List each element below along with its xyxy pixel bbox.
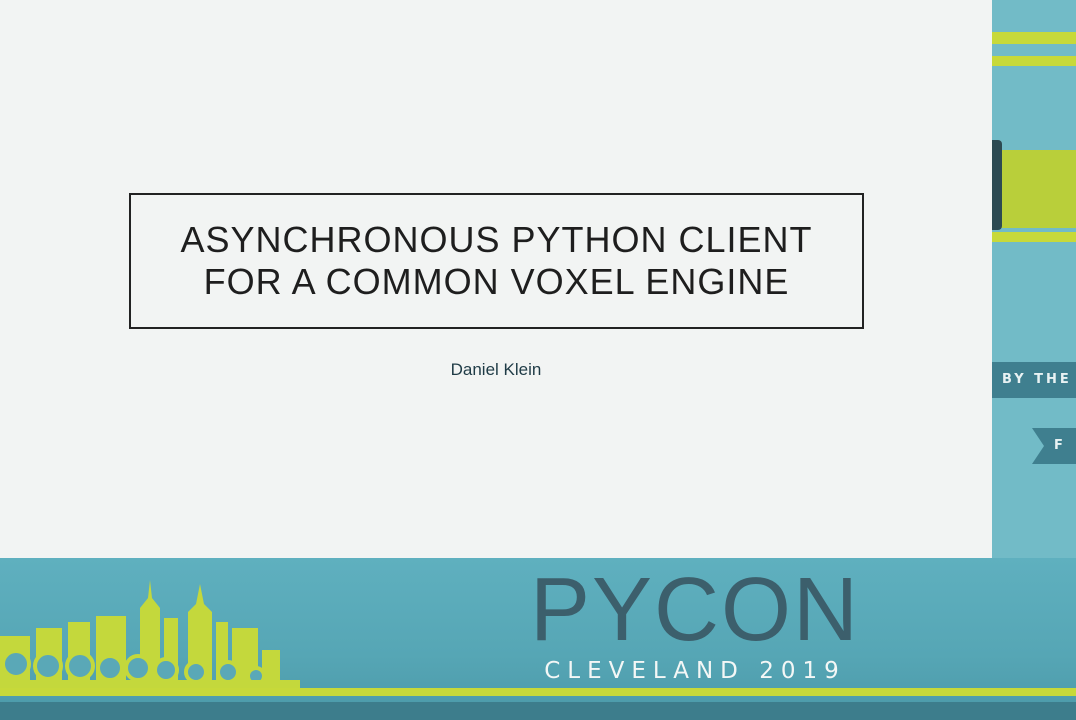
pycon-logo-text: PYCON [529, 560, 861, 660]
bottom-banner: PYCON CLEVELAND 2019 [0, 558, 1076, 720]
ribbon-banner: F [1032, 428, 1076, 464]
lime-stripe [992, 232, 1076, 242]
right-banner: BY THE F [992, 0, 1076, 560]
title-box: ASYNCHRONOUS PYTHON CLIENT FOR A COMMON … [129, 193, 864, 329]
lime-block [992, 150, 1076, 228]
slide-title-line-2: FOR A COMMON VOXEL ENGINE [203, 261, 790, 302]
slide-author: Daniel Klein [450, 360, 542, 379]
dark-stripe [0, 702, 1076, 720]
lime-stripe [992, 56, 1076, 66]
by-the-banner: BY THE [992, 362, 1076, 398]
cleveland-skyline-graphic [0, 580, 300, 688]
pycon-logo-subtitle: CLEVELAND 2019 [544, 658, 846, 684]
video-frame: BY THE F ASYNCHRONOUS PYTHON CLIENT FOR … [0, 0, 1076, 720]
presentation-slide: ASYNCHRONOUS PYTHON CLIENT FOR A COMMON … [0, 0, 992, 558]
lime-stripe [992, 32, 1076, 44]
dark-tab-shape [992, 140, 1002, 230]
pycon-logo: PYCON CLEVELAND 2019 [520, 560, 870, 684]
slide-title-line-1: ASYNCHRONOUS PYTHON CLIENT [180, 219, 813, 260]
lime-stripe [0, 688, 1076, 696]
